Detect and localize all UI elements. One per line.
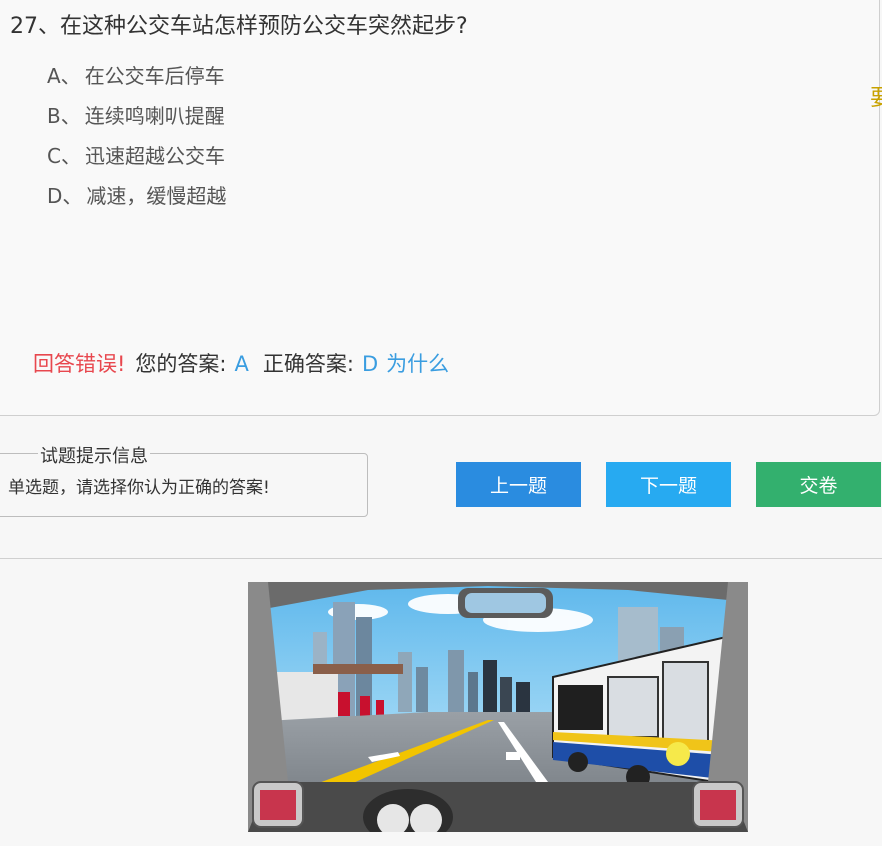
- divider: [0, 558, 882, 559]
- question-illustration: [248, 582, 748, 832]
- option-text: 连续鸣喇叭提醒: [84, 104, 225, 128]
- option-letter: D、: [47, 184, 83, 208]
- option-letter: C、: [47, 144, 81, 168]
- option-b[interactable]: B、 连续鸣喇叭提醒: [47, 102, 226, 142]
- correct-answer-value: D: [361, 352, 379, 376]
- submit-exam-button[interactable]: 交卷: [756, 462, 881, 507]
- option-text: 迅速超越公交车: [84, 144, 225, 168]
- option-d[interactable]: D、 减速，缓慢超越: [47, 182, 226, 222]
- hint-legend: 试题提示信息: [38, 442, 150, 468]
- correct-answer-label: 正确答案:: [262, 352, 354, 376]
- answer-result: 回答错误! 您的答案: A 正确答案: D 为什么: [33, 348, 449, 378]
- option-text: 在公交车后停车: [84, 64, 225, 88]
- your-answer-label: 您的答案:: [135, 352, 227, 376]
- result-status: 回答错误!: [33, 352, 126, 376]
- why-link[interactable]: 为什么: [386, 352, 449, 376]
- options-list: A、 在公交车后停车 B、 连续鸣喇叭提醒 C、 迅速超越公交车 D、 减速，缓慢超越: [47, 62, 226, 222]
- hint-text: 单选题，请选择你认为正确的答案!: [8, 478, 270, 498]
- prev-question-button[interactable]: 上一题: [456, 462, 581, 507]
- option-c[interactable]: C、 迅速超越公交车: [47, 142, 226, 182]
- option-letter: B、: [47, 104, 81, 128]
- clipped-side-text: 要: [870, 86, 882, 111]
- option-letter: A、: [47, 64, 81, 88]
- option-text: 减速，缓慢超越: [86, 184, 227, 208]
- your-answer-value: A: [234, 352, 249, 376]
- option-a[interactable]: A、 在公交车后停车: [47, 62, 226, 102]
- next-question-button[interactable]: 下一题: [606, 462, 731, 507]
- question-title: 27、在这种公交车站怎样预防公交车突然起步?: [10, 14, 468, 39]
